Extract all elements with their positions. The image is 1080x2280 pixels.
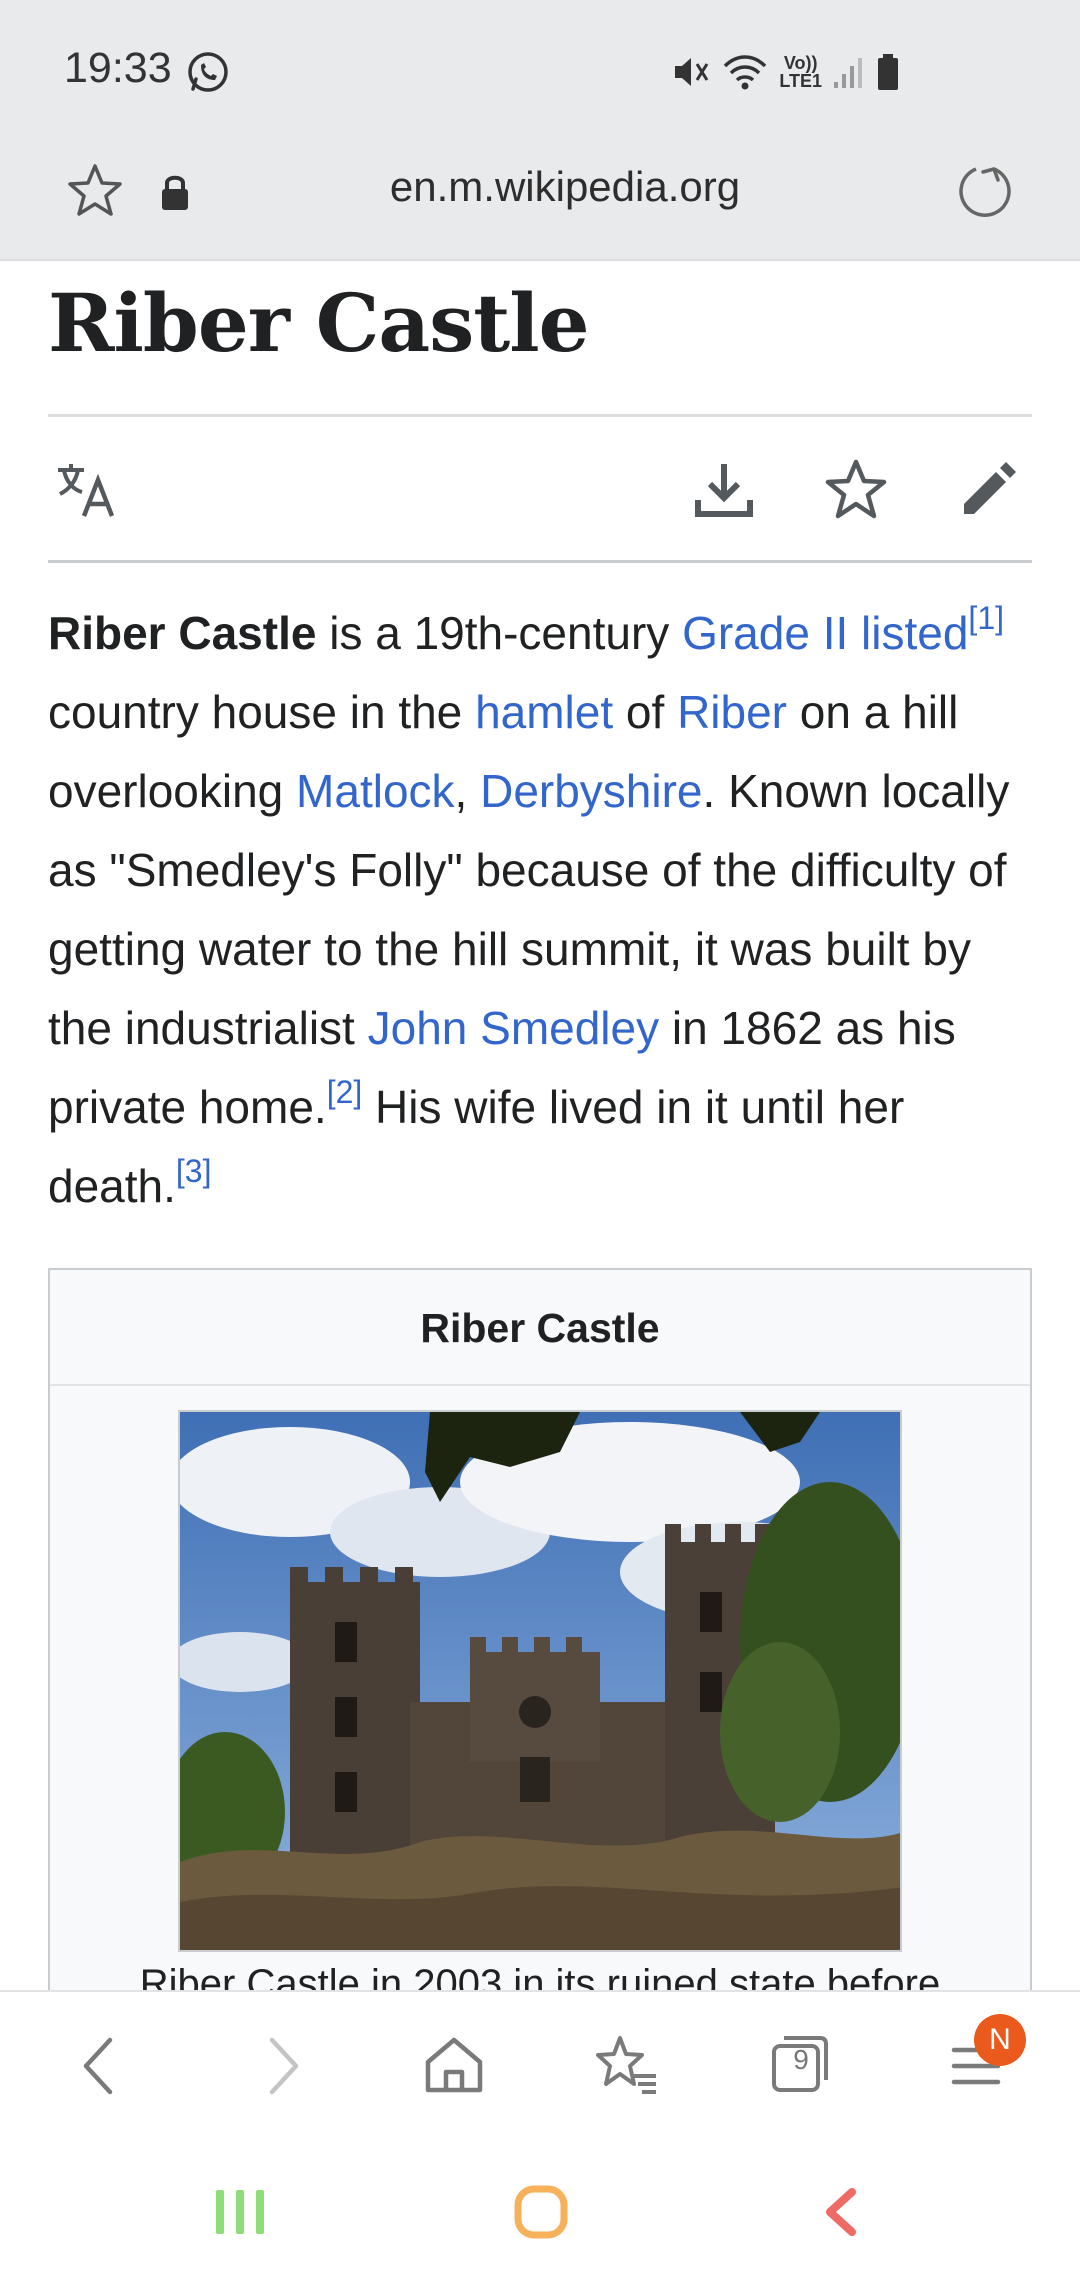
browser-toolbar bbox=[0, 1990, 1080, 2140]
bookmarks-icon[interactable] bbox=[590, 2030, 662, 2102]
toolbar-divider bbox=[48, 560, 1032, 563]
home-icon[interactable] bbox=[512, 2183, 570, 2241]
menu-badge: N bbox=[974, 2014, 1026, 2066]
reload-icon[interactable] bbox=[954, 160, 1016, 222]
url-field[interactable]: en.m.wikipedia.org bbox=[250, 163, 880, 211]
ref-1[interactable]: [1] bbox=[968, 600, 1004, 636]
translate-icon[interactable] bbox=[54, 456, 122, 524]
link-matlock[interactable]: Matlock bbox=[296, 765, 454, 817]
status-time: 19:33 bbox=[64, 44, 172, 92]
infobox-image[interactable] bbox=[178, 1410, 902, 1952]
edit-pencil-icon[interactable] bbox=[954, 456, 1022, 524]
watch-star-icon[interactable] bbox=[822, 456, 890, 524]
back-icon[interactable] bbox=[818, 2186, 864, 2238]
page-title: Riber Castle bbox=[48, 276, 589, 370]
battery-icon bbox=[878, 54, 898, 90]
tabs-count: 9 bbox=[793, 2044, 809, 2075]
recents-icon[interactable] bbox=[210, 2186, 270, 2238]
link-john-smedley[interactable]: John Smedley bbox=[368, 1002, 660, 1054]
infobox: Riber Castle Riber Castle in 2003 in its… bbox=[48, 1268, 1032, 2008]
ref-2[interactable]: [2] bbox=[327, 1074, 363, 1110]
intro-text: country house in the bbox=[48, 686, 476, 738]
whatsapp-icon bbox=[188, 52, 228, 92]
wifi-icon bbox=[724, 55, 767, 90]
lte-label: LTE1 bbox=[779, 71, 822, 91]
volte-icon: Vo)) LTE1 bbox=[779, 54, 822, 90]
link-grade-ii-listed[interactable]: Grade II listed bbox=[682, 607, 968, 659]
forward-icon[interactable] bbox=[246, 2030, 318, 2102]
intro-text: , bbox=[454, 765, 481, 817]
download-icon[interactable] bbox=[690, 456, 758, 524]
intro-paragraph: Riber Castle is a 19th-century Grade II … bbox=[48, 594, 1038, 1226]
signal-icon bbox=[834, 58, 862, 88]
title-divider bbox=[48, 414, 1032, 417]
intro-text: of bbox=[613, 686, 678, 738]
volte-label: Vo)) bbox=[783, 53, 818, 73]
home-icon[interactable] bbox=[418, 2030, 490, 2102]
status-icons: Vo)) LTE1 bbox=[671, 50, 900, 94]
link-riber[interactable]: Riber bbox=[677, 686, 787, 738]
link-hamlet[interactable]: hamlet bbox=[475, 686, 613, 738]
ref-3[interactable]: [3] bbox=[176, 1153, 212, 1189]
intro-text: is a 19th-century bbox=[316, 607, 683, 659]
back-icon[interactable] bbox=[64, 2030, 136, 2102]
lock-icon bbox=[162, 175, 188, 210]
lead-bold: Riber Castle bbox=[48, 607, 317, 659]
bookmark-star-icon[interactable] bbox=[64, 160, 126, 222]
infobox-title: Riber Castle bbox=[50, 1270, 1030, 1386]
mute-icon bbox=[675, 58, 709, 86]
link-derbyshire[interactable]: Derbyshire bbox=[480, 765, 702, 817]
